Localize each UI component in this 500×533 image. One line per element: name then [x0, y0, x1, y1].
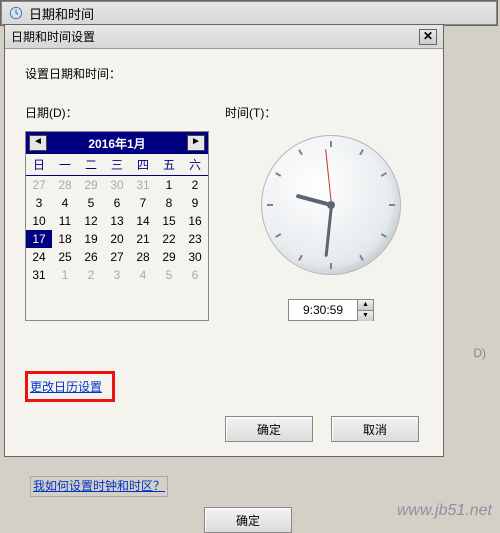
time-input[interactable]: [289, 300, 357, 320]
clock-area: ▲ ▼: [239, 131, 423, 321]
next-month-button[interactable]: ►: [187, 135, 205, 151]
analog-clock: [261, 135, 401, 275]
calendar-day[interactable]: 19: [78, 230, 104, 248]
outer-title: 日期和时间: [29, 4, 94, 23]
calendar-day[interactable]: 6: [104, 194, 130, 212]
calendar-day[interactable]: 13: [104, 212, 130, 230]
calendar-day[interactable]: 9: [182, 194, 208, 212]
date-label: 日期(D)：: [25, 104, 225, 121]
calendar-day[interactable]: 16: [182, 212, 208, 230]
second-hand: [325, 149, 332, 205]
clock-tick: [267, 204, 273, 206]
weekday-header: 四: [130, 154, 156, 176]
calendar-day[interactable]: 21: [130, 230, 156, 248]
clock-tick: [298, 149, 303, 155]
calendar-day[interactable]: 17: [26, 230, 52, 248]
calendar-day[interactable]: 1: [156, 176, 182, 195]
prev-month-button[interactable]: ◄: [29, 135, 47, 151]
calendar-header: ◄ 2016年1月 ►: [26, 132, 208, 154]
calendar-day[interactable]: 30: [182, 248, 208, 266]
calendar-day[interactable]: 4: [52, 194, 78, 212]
calendar-day[interactable]: 27: [26, 176, 52, 195]
clock-tick: [359, 149, 364, 155]
calendar-day[interactable]: 26: [78, 248, 104, 266]
watermark: www.jb51.net: [397, 502, 492, 520]
calendar-day[interactable]: 15: [156, 212, 182, 230]
calendar-day[interactable]: 4: [130, 266, 156, 284]
time-label: 时间(T)：: [225, 104, 276, 121]
cancel-button[interactable]: 取消: [331, 416, 419, 442]
change-calendar-link[interactable]: 更改日历设置: [30, 380, 102, 394]
calendar-day[interactable]: 18: [52, 230, 78, 248]
calendar-day[interactable]: 5: [156, 266, 182, 284]
dialog-heading: 设置日期和时间：: [25, 65, 423, 82]
calendar-day[interactable]: 29: [156, 248, 182, 266]
ok-button-bg[interactable]: 确定: [204, 507, 292, 533]
calendar-day[interactable]: 22: [156, 230, 182, 248]
weekday-header: 三: [104, 154, 130, 176]
faq-link[interactable]: 我如何设置时钟和时区？: [33, 479, 165, 493]
weekday-header: 六: [182, 154, 208, 176]
calendar-day[interactable]: 8: [156, 194, 182, 212]
calendar-day[interactable]: 23: [182, 230, 208, 248]
calendar-day[interactable]: 6: [182, 266, 208, 284]
calendar-day[interactable]: 7: [130, 194, 156, 212]
clock-tick: [359, 255, 364, 261]
calendar-day[interactable]: 30: [104, 176, 130, 195]
ok-button[interactable]: 确定: [225, 416, 313, 442]
clock-tick: [330, 141, 332, 147]
calendar-day[interactable]: 10: [26, 212, 52, 230]
partial-label-d: D): [473, 346, 486, 360]
outer-titlebar: 日期和时间: [1, 1, 497, 25]
calendar-day[interactable]: 29: [78, 176, 104, 195]
calendar-month-title: 2016年1月: [88, 135, 145, 152]
dialog-title: 日期和时间设置: [11, 28, 95, 45]
weekday-header: 日: [26, 154, 52, 176]
calendar-day[interactable]: 28: [52, 176, 78, 195]
calendar-day[interactable]: 2: [182, 176, 208, 195]
clock-tick: [381, 233, 387, 238]
calendar-day[interactable]: 11: [52, 212, 78, 230]
clock-tick: [275, 233, 281, 238]
clock-center: [327, 201, 335, 209]
clock-tick: [275, 172, 281, 177]
time-up-button[interactable]: ▲: [358, 300, 373, 311]
time-spinner[interactable]: ▲ ▼: [288, 299, 374, 321]
clock-icon: [8, 5, 24, 21]
weekday-header: 五: [156, 154, 182, 176]
dialog-titlebar[interactable]: 日期和时间设置 ✕: [5, 25, 443, 49]
weekday-header: 二: [78, 154, 104, 176]
clock-tick: [381, 172, 387, 177]
time-down-button[interactable]: ▼: [358, 311, 373, 321]
parent-window: 日期和时间: [0, 0, 498, 26]
highlight-box: 更改日历设置: [25, 371, 115, 402]
calendar-day[interactable]: 14: [130, 212, 156, 230]
calendar-day[interactable]: 28: [130, 248, 156, 266]
calendar-day[interactable]: 25: [52, 248, 78, 266]
calendar-day[interactable]: 31: [130, 176, 156, 195]
calendar-day[interactable]: 31: [26, 266, 52, 284]
dialog-body: 设置日期和时间： 日期(D)： 时间(T)： ◄ 2016年1月 ► 日一二三四…: [5, 49, 443, 456]
calendar-day[interactable]: 1: [52, 266, 78, 284]
clock-tick: [298, 255, 303, 261]
calendar-day[interactable]: 5: [78, 194, 104, 212]
calendar: ◄ 2016年1月 ► 日一二三四五六 27282930311234567891…: [25, 131, 209, 321]
calendar-day[interactable]: 12: [78, 212, 104, 230]
minute-hand: [324, 205, 332, 257]
calendar-day[interactable]: 27: [104, 248, 130, 266]
calendar-day[interactable]: 20: [104, 230, 130, 248]
datetime-settings-dialog: 日期和时间设置 ✕ 设置日期和时间： 日期(D)： 时间(T)： ◄ 2016年…: [4, 24, 444, 457]
clock-tick: [330, 263, 332, 269]
close-button[interactable]: ✕: [419, 29, 437, 45]
calendar-grid: 日一二三四五六 27282930311234567891011121314151…: [26, 154, 208, 284]
clock-tick: [389, 204, 395, 206]
calendar-day[interactable]: 3: [104, 266, 130, 284]
weekday-header: 一: [52, 154, 78, 176]
calendar-day[interactable]: 2: [78, 266, 104, 284]
faq-link-box: 我如何设置时钟和时区？: [30, 476, 168, 497]
calendar-day[interactable]: 3: [26, 194, 52, 212]
calendar-day[interactable]: 24: [26, 248, 52, 266]
